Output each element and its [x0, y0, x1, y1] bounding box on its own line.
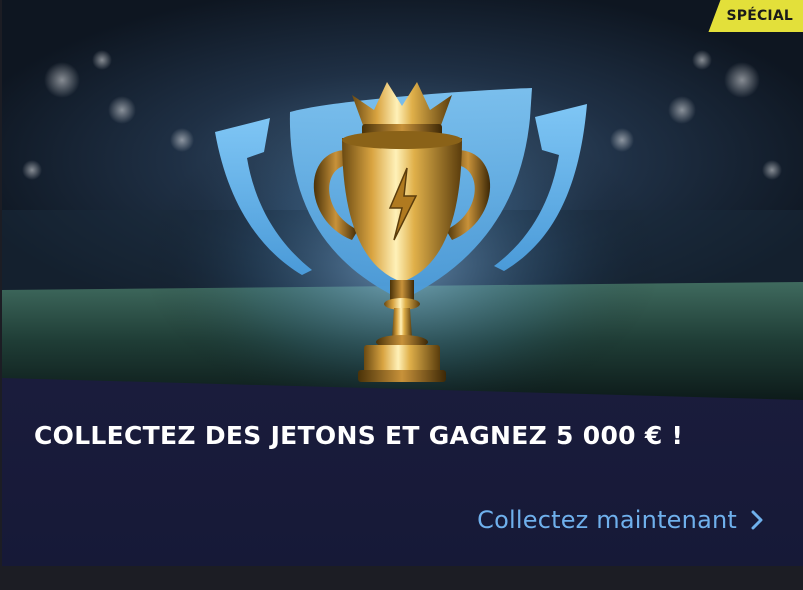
page-background-strip [0, 566, 803, 590]
promo-image [2, 0, 803, 400]
promo-card[interactable]: SPÉCIAL COLLECTEZ DES JETONS ET GAGNEZ 5… [2, 0, 803, 566]
cta-label[interactable]: Collectez maintenant [477, 506, 737, 534]
collect-now-link[interactable]: Collectez maintenant [477, 506, 767, 534]
stadium-trophy-illustration [2, 50, 803, 400]
promo-headline: COLLECTEZ DES JETONS ET GAGNEZ 5 000 € ! [34, 421, 684, 450]
badge-label: SPÉCIAL [726, 8, 793, 24]
chevron-right-icon[interactable] [747, 508, 767, 532]
promo-footer [2, 378, 803, 566]
special-badge: SPÉCIAL [708, 0, 803, 32]
